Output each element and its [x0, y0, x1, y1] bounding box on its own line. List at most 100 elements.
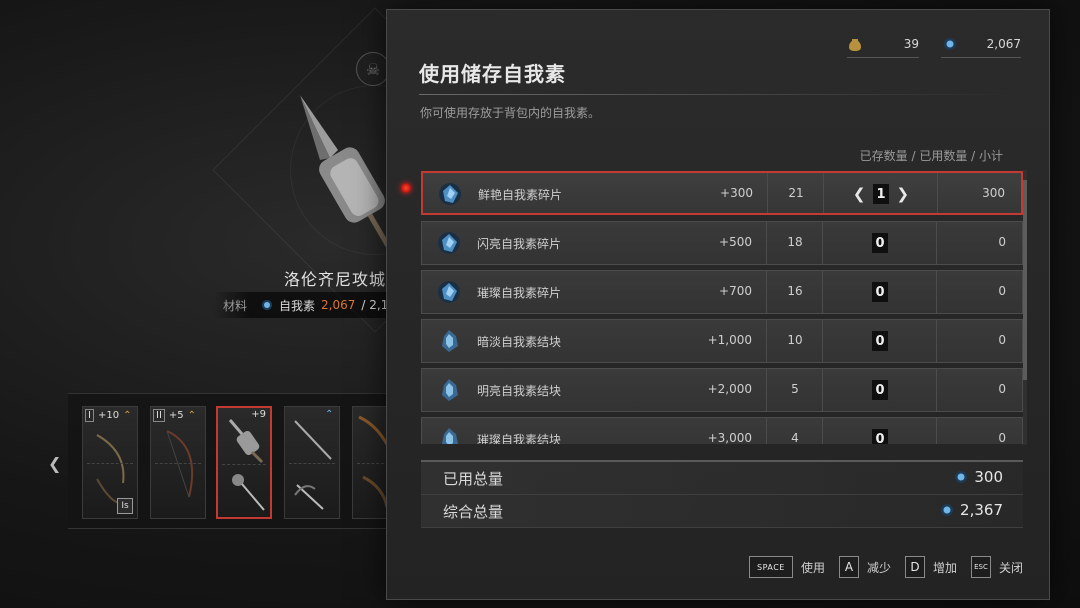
used-total-label: 已用总量: [443, 470, 504, 488]
use-hint-label: 使用: [800, 560, 825, 575]
d-key-icon: D: [904, 556, 925, 578]
item-owned: 21: [788, 186, 804, 200]
ego-gem-icon: [941, 504, 954, 516]
scrollbar-thumb[interactable]: [1023, 180, 1027, 380]
decrease-hint[interactable]: A 减少: [838, 556, 891, 578]
quantity-value: 0: [872, 233, 888, 253]
increase-hint[interactable]: D 增加: [904, 556, 957, 578]
dialog-title: 使用储存自我素: [419, 62, 566, 86]
ego-item-row[interactable]: 璀璨自我素结块 +3,000 4 0 0: [421, 417, 1023, 444]
quantity-value: 0: [872, 331, 888, 351]
quantity-stepper[interactable]: 0: [824, 378, 936, 402]
ego-gem-icon: [944, 38, 956, 50]
ego-item-list: 鲜艳自我素碎片 +300 21 ❮ 1 ❯ 300 闪亮自我素碎片 +500 1…: [421, 170, 1025, 444]
material-item: 自我素: [279, 298, 316, 313]
selection-cursor-icon: [401, 183, 411, 193]
item-owned: 16: [787, 284, 803, 298]
quantity-stepper[interactable]: 0: [824, 280, 936, 304]
item-name: 闪亮自我素碎片: [477, 237, 562, 251]
item-name: 璀璨自我素结块: [477, 433, 562, 444]
used-total-row: 已用总量 300: [421, 462, 1023, 495]
currency-ego: 2,067: [941, 32, 1021, 58]
item-bonus: +300: [720, 186, 753, 200]
used-total-value: 300: [974, 468, 1003, 486]
item-subtotal: 0: [998, 284, 1006, 298]
weapon-slot[interactable]: ⌃: [284, 406, 340, 519]
item-subtotal: 0: [998, 382, 1006, 396]
decrease-arrow-icon[interactable]: ❮: [853, 184, 866, 204]
item-subtotal: 0: [998, 431, 1006, 444]
skull-icon: ☠: [356, 52, 390, 86]
item-name: 璀璨自我素碎片: [477, 286, 562, 300]
close-hint[interactable]: ESC 关闭: [970, 556, 1023, 578]
item-bonus: +2,000: [707, 382, 752, 396]
weapon-preview-icon: [300, 95, 398, 260]
ego-gem-icon: [261, 299, 273, 311]
item-name: 明亮自我素结块: [477, 384, 562, 398]
vessel-icon: [849, 39, 861, 51]
ego-item-row[interactable]: 鲜艳自我素碎片 +300 21 ❮ 1 ❯ 300: [421, 171, 1023, 215]
a-key-icon: A: [838, 556, 859, 578]
ego-fragment-icon: [438, 281, 460, 303]
weapon-strip: I +10 ⌃ Is II +5 ⌃ +9 ⌃: [68, 393, 408, 529]
quantity-value: 0: [872, 380, 888, 400]
column-header: 已存数量 / 已用数量 / 小计: [859, 149, 1003, 163]
space-key-icon: SPACE: [748, 556, 793, 578]
item-name: 暗淡自我素结块: [477, 335, 562, 349]
dialog-description: 你可使用存放于背包内的自我素。: [420, 106, 601, 120]
ego-item-row[interactable]: 暗淡自我素结块 +1,000 10 0 0: [421, 319, 1023, 363]
strip-left-arrow-icon[interactable]: ❮: [48, 454, 61, 473]
totals-panel: 已用总量 300 综合总量 2,367: [421, 462, 1023, 528]
currency-ego-value: 2,067: [986, 37, 1021, 51]
decrease-hint-label: 减少: [866, 560, 891, 575]
item-bonus: +3,000: [707, 431, 752, 444]
item-owned: 10: [787, 333, 803, 347]
item-bonus: +1,000: [707, 333, 752, 347]
item-name: 鲜艳自我素碎片: [478, 188, 563, 202]
quantity-stepper[interactable]: 0: [824, 427, 936, 444]
weapon-slot[interactable]: I +10 ⌃ Is: [82, 406, 138, 519]
item-subtotal: 300: [982, 186, 1005, 200]
quantity-value: 1: [873, 184, 889, 204]
ego-gem-icon: [955, 471, 968, 483]
ego-item-row[interactable]: 闪亮自我素碎片 +500 18 0 0: [421, 221, 1023, 265]
ego-item-row[interactable]: 明亮自我素结块 +2,000 5 0 0: [421, 368, 1023, 412]
weapon-slot-selected[interactable]: +9: [216, 406, 272, 519]
quantity-value: 0: [872, 282, 888, 302]
material-have: 2,067: [321, 298, 356, 312]
item-bonus: +500: [719, 235, 752, 249]
item-bonus: +700: [719, 284, 752, 298]
ego-fragment-icon: [439, 183, 461, 205]
material-label: 材料: [223, 298, 248, 313]
item-subtotal: 0: [998, 235, 1006, 249]
ego-item-row[interactable]: 璀璨自我素碎片 +700 16 0 0: [421, 270, 1023, 314]
item-owned: 4: [791, 431, 799, 444]
item-owned: 18: [787, 235, 803, 249]
overall-total-label: 综合总量: [443, 503, 504, 521]
overall-total-row: 综合总量 2,367: [421, 495, 1023, 528]
overall-total-value: 2,367: [960, 501, 1003, 519]
weapon-slot[interactable]: II +5 ⌃: [150, 406, 206, 519]
quantity-stepper[interactable]: 0: [824, 231, 936, 255]
quantity-stepper[interactable]: ❮ 1 ❯: [825, 182, 937, 206]
quantity-stepper[interactable]: 0: [824, 329, 936, 353]
close-hint-label: 关闭: [998, 560, 1023, 575]
use-hint[interactable]: SPACE 使用: [748, 556, 825, 578]
use-stored-ego-dialog: 39 2,067 使用储存自我素 你可使用存放于背包内的自我素。 已存数量 / …: [386, 9, 1050, 600]
ego-chunk-icon: [442, 379, 458, 401]
title-divider: [419, 94, 1019, 95]
item-owned: 5: [791, 382, 799, 396]
ego-chunk-icon: [442, 428, 458, 444]
item-subtotal: 0: [998, 333, 1006, 347]
material-requirement: 材料 自我素 2,067 / 2,1(: [213, 292, 393, 318]
increase-hint-label: 增加: [932, 560, 957, 575]
ego-fragment-icon: [438, 232, 460, 254]
currency-vessel: 39: [847, 32, 919, 58]
ego-chunk-icon: [442, 330, 458, 352]
slot-badge-icon: Is: [117, 498, 133, 514]
increase-arrow-icon[interactable]: ❯: [897, 184, 910, 204]
currency-vessel-value: 39: [903, 37, 919, 51]
quantity-value: 0: [872, 429, 888, 444]
key-hints: SPACE 使用 A 减少 D 增加 ESC 关闭: [748, 556, 1023, 578]
esc-key-icon: ESC: [970, 556, 991, 578]
